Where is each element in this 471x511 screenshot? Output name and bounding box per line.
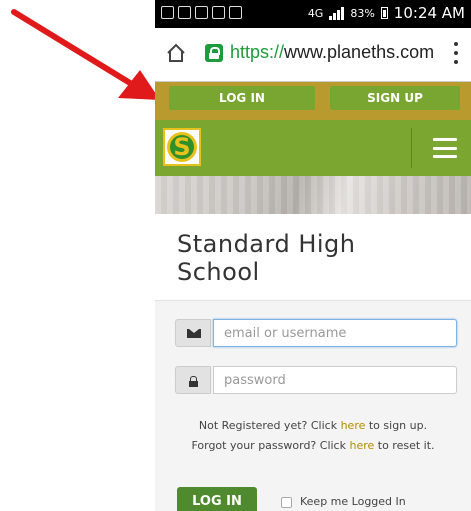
status-bar: 4G 83% 10:24 AM — [155, 0, 471, 28]
header-divider — [411, 128, 412, 168]
login-panel: Not Registered yet? Click here to sign u… — [155, 300, 471, 511]
register-prefix: Not Registered yet? Click — [198, 419, 341, 432]
forgot-suffix: to reset it. — [374, 439, 435, 452]
email-input[interactable] — [213, 319, 457, 347]
lock-icon — [189, 376, 198, 387]
register-suffix: to sign up. — [365, 419, 428, 432]
email-addon — [175, 319, 211, 347]
hamburger-menu-icon[interactable] — [433, 138, 457, 158]
home-icon[interactable] — [165, 42, 187, 64]
battery-icon — [380, 7, 388, 19]
register-link[interactable]: here — [341, 419, 366, 432]
secure-lock-icon — [205, 44, 223, 62]
banner-image — [155, 176, 471, 214]
keep-logged-in-label[interactable]: Keep me Logged In — [300, 495, 406, 508]
envelope-icon — [187, 329, 201, 338]
mail-icon — [195, 6, 208, 19]
notification-icons — [161, 6, 242, 19]
browser-menu-icon[interactable] — [453, 42, 459, 64]
login-top-button[interactable]: LOG IN — [169, 86, 315, 110]
browser-url-bar: https://www.planeths.com — [155, 28, 471, 82]
clock: 10:24 AM — [393, 4, 465, 22]
email-field-group — [175, 319, 457, 347]
login-button[interactable]: LOG IN — [177, 487, 257, 511]
url-host: www.planeths.com — [284, 42, 435, 62]
keep-logged-in-checkbox[interactable] — [281, 497, 292, 508]
android-icon — [229, 6, 242, 19]
forgot-text: Forgot your password? Click here to rese… — [155, 439, 471, 452]
password-input[interactable] — [213, 366, 457, 394]
school-name-line2: School — [177, 258, 260, 286]
network-label: 4G — [307, 6, 324, 20]
school-logo[interactable]: S — [163, 128, 201, 166]
url-field[interactable]: https://www.planeths.com — [230, 42, 434, 63]
url-scheme: https:// — [230, 42, 285, 62]
red-arrow-annotation — [11, 9, 160, 100]
mail-icon — [212, 6, 225, 19]
register-text: Not Registered yet? Click here to sign u… — [155, 419, 471, 432]
password-field-group — [175, 366, 457, 394]
school-name-line1: Standard High — [177, 230, 356, 258]
site-header: S — [155, 120, 471, 176]
auth-bar: LOG IN SIGN UP — [155, 82, 471, 120]
chat-icon — [161, 6, 174, 19]
forgot-prefix: Forgot your password? Click — [191, 439, 350, 452]
battery-percent: 83% — [350, 6, 375, 20]
forgot-link[interactable]: here — [349, 439, 374, 452]
flipboard-icon — [178, 6, 191, 19]
signup-top-button[interactable]: SIGN UP — [330, 86, 460, 110]
logo-letter: S — [173, 133, 191, 161]
status-right: 4G 83% 10:24 AM — [308, 4, 465, 22]
signal-icon — [329, 6, 345, 20]
phone-screen: 4G 83% 10:24 AM https://www.planeths.com… — [155, 0, 471, 511]
password-addon — [175, 366, 211, 394]
school-name: Standard High School — [177, 230, 457, 286]
